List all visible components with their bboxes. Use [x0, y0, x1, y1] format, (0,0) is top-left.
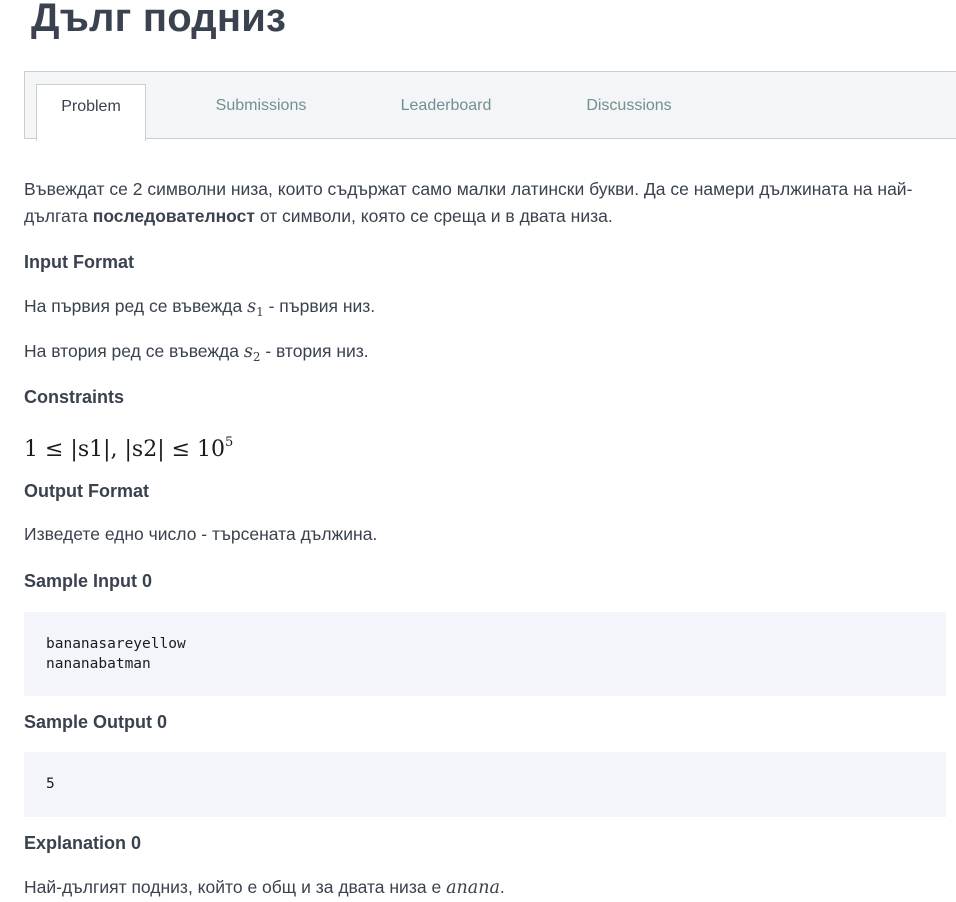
problem-intro: Въвеждат се 2 символни низа, които съдър…	[24, 176, 954, 230]
tab-discussions[interactable]: Discussions	[573, 84, 685, 140]
tab-submissions[interactable]: Submissions	[200, 84, 322, 140]
input-line-1-suffix: - първия низ.	[263, 296, 376, 316]
input-line-2-var: s2	[243, 342, 261, 364]
sample-input-line: bananasareyellow	[46, 636, 186, 652]
input-line-2: На втория ред се въвежда s2 - втория низ…	[24, 338, 369, 371]
input-line-2-prefix: На втория ред се въвежда	[24, 341, 244, 361]
sample-input-line: nananabatman	[46, 656, 151, 672]
output-format-text: Изведете едно число - търсената дължина.	[24, 524, 378, 544]
input-line-1-var: s1	[247, 297, 264, 319]
intro-text-end: от символи, която се среща и в двата низ…	[254, 206, 613, 226]
tab-problem[interactable]: Problem	[36, 84, 146, 141]
sample-input-code: bananasareyellow nananabatman	[24, 612, 946, 696]
input-line-1-prefix: На първия ред се въвежда	[24, 296, 248, 316]
tab-leaderboard[interactable]: Leaderboard	[385, 84, 507, 140]
input-line-2-suffix: - втория низ.	[260, 341, 369, 361]
page-title: Дълг подниз	[31, 0, 287, 40]
constraints-heading: Constraints	[24, 387, 125, 407]
sample-output-code: 5	[24, 752, 946, 817]
explanation-suffix: .	[499, 877, 505, 897]
explanation-text: Най-дългият подниз, който е общ и за два…	[24, 874, 505, 902]
output-format-heading: Output Format	[24, 481, 149, 501]
explanation-heading: Explanation 0	[24, 833, 142, 853]
intro-bold-term: последователност	[92, 206, 255, 226]
sample-output-line: 5	[46, 776, 55, 792]
sample-output-heading: Sample Output 0	[24, 712, 168, 732]
explanation-prefix: Най-дългият подниз, който е общ и за два…	[24, 877, 447, 897]
input-line-1: На първия ред се въвежда s1 - първия низ…	[24, 293, 375, 326]
input-format-heading: Input Format	[24, 252, 134, 272]
explanation-math: anana	[446, 878, 500, 898]
tab-bar: Problem Submissions Leaderboard Discussi…	[24, 71, 956, 141]
constraint-formula: 1 ≤ |s1|, |s2| ≤ 105	[24, 435, 234, 462]
sample-input-heading: Sample Input 0	[24, 571, 153, 591]
